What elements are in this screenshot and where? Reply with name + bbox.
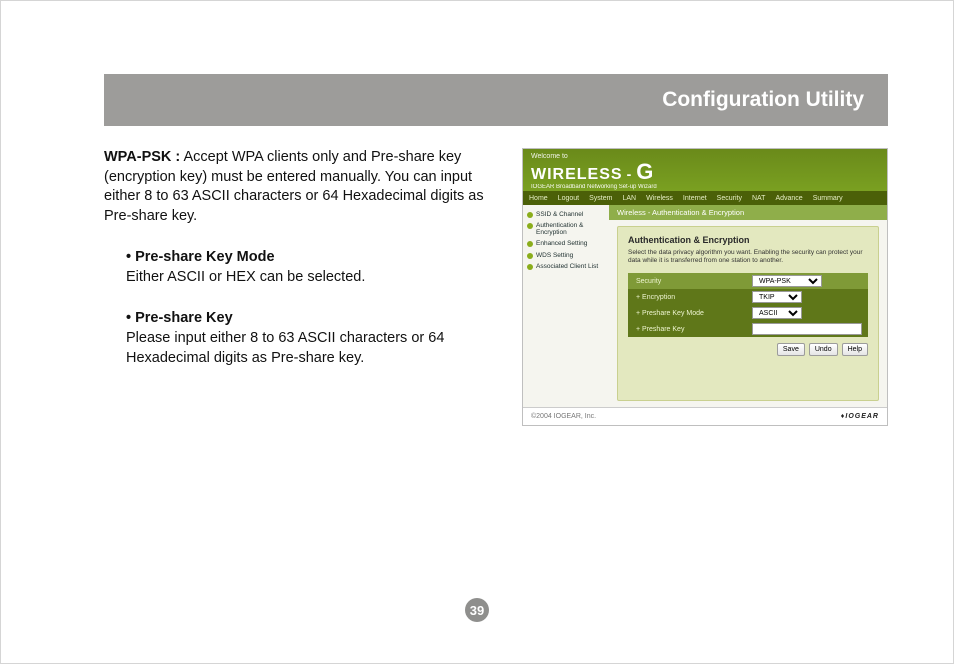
router-nav: Home Logout System LAN Wireless Internet…: [523, 191, 887, 205]
preshare-mode-block: • Pre-share Key Mode Either ASCII or HEX…: [104, 248, 504, 287]
nav-nat[interactable]: NAT: [752, 195, 765, 202]
footer-brand: ♦IOGEAR: [841, 413, 879, 420]
preshare-key-text: Please input either 8 to 63 ASCII charac…: [126, 329, 504, 368]
sidebar-item-label: Enhanced Setting: [536, 240, 587, 247]
two-column-layout: WPA-PSK : Accept WPA clients only and Pr…: [104, 148, 888, 426]
footer-copyright: ©2004 IOGEAR, Inc.: [531, 413, 596, 420]
wpa-psk-label: WPA-PSK :: [104, 149, 180, 165]
panel-description: Select the data privacy algorithm you wa…: [628, 249, 868, 265]
preshare-key-block: • Pre-share Key Please input either 8 to…: [104, 309, 504, 368]
select-preshare-mode[interactable]: ASCII: [752, 307, 802, 319]
section-title: Configuration Utility: [662, 88, 864, 112]
row-preshare-key: + Preshare Key: [628, 321, 868, 337]
nav-system[interactable]: System: [589, 195, 612, 202]
nav-lan[interactable]: LAN: [622, 195, 636, 202]
sidebar-item-enhanced[interactable]: Enhanced Setting: [527, 240, 605, 247]
sidebar-item-wds[interactable]: WDS Setting: [527, 252, 605, 259]
undo-button[interactable]: Undo: [809, 343, 838, 356]
content: Configuration Utility WPA-PSK : Accept W…: [104, 74, 888, 616]
sidebar-item-label: SSID & Channel: [536, 211, 583, 218]
router-main: Wireless - Authentication & Encryption A…: [609, 205, 887, 407]
label-security: Security: [628, 278, 748, 285]
bullet-icon: [527, 264, 533, 270]
router-sidebar: SSID & Channel Authentication & Encrypti…: [523, 205, 609, 407]
label-preshare-key: + Preshare Key: [628, 326, 748, 333]
router-panel: Authentication & Encryption Select the d…: [617, 226, 879, 401]
bullet-icon: [527, 212, 533, 218]
sidebar-item-ssid[interactable]: SSID & Channel: [527, 211, 605, 218]
page-number-badge: 39: [465, 598, 489, 622]
nav-summary[interactable]: Summary: [813, 195, 843, 202]
banner-title: WIRELESS - G: [531, 161, 879, 183]
preshare-mode-text: Either ASCII or HEX can be selected.: [126, 268, 504, 288]
banner-title-g: G: [636, 161, 654, 183]
section-header: Configuration Utility: [104, 74, 888, 126]
router-footer: ©2004 IOGEAR, Inc. ♦IOGEAR: [523, 407, 887, 425]
bullet-icon: [527, 223, 533, 229]
input-preshare-key[interactable]: [752, 323, 862, 335]
preshare-mode-heading: • Pre-share Key Mode: [126, 248, 504, 268]
sidebar-item-label: WDS Setting: [536, 252, 573, 259]
sidebar-item-label: Authentication & Encryption: [536, 222, 605, 236]
row-preshare-mode: + Preshare Key Mode ASCII: [628, 305, 868, 321]
nav-security[interactable]: Security: [717, 195, 742, 202]
select-security[interactable]: WPA-PSK: [752, 275, 822, 287]
save-button[interactable]: Save: [777, 343, 805, 356]
label-preshare-mode: + Preshare Key Mode: [628, 310, 748, 317]
wpa-paragraph: WPA-PSK : Accept WPA clients only and Pr…: [104, 148, 504, 226]
nav-advance[interactable]: Advance: [775, 195, 802, 202]
sidebar-item-clients[interactable]: Associated Client List: [527, 263, 605, 270]
settings-table: Security WPA-PSK + Encryption TKIP + Pre…: [628, 273, 868, 337]
banner-welcome: Welcome to: [531, 153, 879, 160]
preshare-key-heading: • Pre-share Key: [126, 309, 504, 329]
left-column: WPA-PSK : Accept WPA clients only and Pr…: [104, 148, 504, 426]
nav-wireless[interactable]: Wireless: [646, 195, 673, 202]
sidebar-item-auth[interactable]: Authentication & Encryption: [527, 222, 605, 236]
router-banner: Welcome to WIRELESS - G IOGEAR Broadband…: [523, 149, 887, 191]
sidebar-item-label: Associated Client List: [536, 263, 598, 270]
router-body: SSID & Channel Authentication & Encrypti…: [523, 205, 887, 407]
panel-title: Authentication & Encryption: [628, 235, 868, 245]
label-encryption: + Encryption: [628, 294, 748, 301]
banner-subtitle: IOGEAR Broadband Networking Set-up Wizar…: [531, 184, 879, 190]
banner-title-dash: -: [627, 167, 633, 181]
nav-logout[interactable]: Logout: [558, 195, 579, 202]
banner-title-wireless: WIRELESS: [531, 167, 623, 183]
bullet-icon: [527, 253, 533, 259]
nav-internet[interactable]: Internet: [683, 195, 707, 202]
router-breadcrumb: Wireless - Authentication & Encryption: [609, 205, 887, 220]
row-security: Security WPA-PSK: [628, 273, 868, 289]
page-number: 39: [470, 603, 484, 618]
router-screenshot: Welcome to WIRELESS - G IOGEAR Broadband…: [522, 148, 888, 426]
select-encryption[interactable]: TKIP: [752, 291, 802, 303]
nav-home[interactable]: Home: [529, 195, 548, 202]
help-button[interactable]: Help: [842, 343, 868, 356]
row-encryption: + Encryption TKIP: [628, 289, 868, 305]
bullet-icon: [527, 241, 533, 247]
panel-buttons: Save Undo Help: [628, 343, 868, 356]
